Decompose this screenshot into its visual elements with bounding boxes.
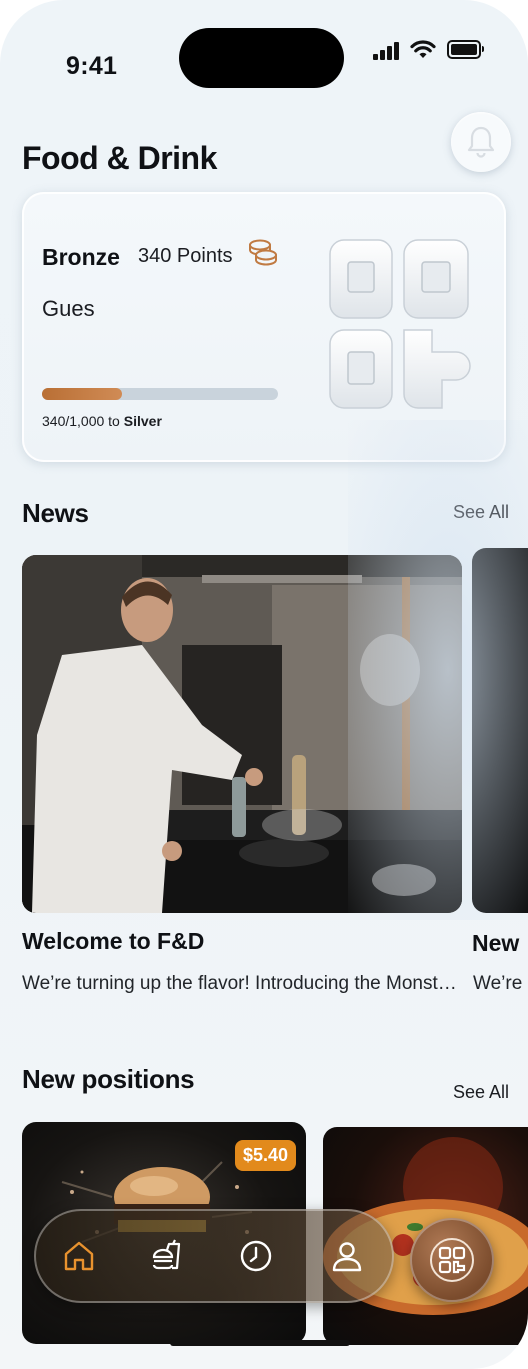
battery-icon — [447, 40, 484, 59]
home-icon — [64, 1241, 94, 1271]
news-card-title[interactable]: Welcome to F&D — [22, 928, 204, 955]
coins-icon — [249, 239, 277, 266]
loyalty-card[interactable]: Bronze 340 Points Gues 340/1,000 to Silv… — [22, 192, 506, 462]
page-title: Food & Drink — [22, 140, 217, 176]
qr-code-icon — [430, 1238, 474, 1282]
nav-profile[interactable] — [324, 1233, 370, 1279]
wifi-icon — [410, 40, 436, 58]
loyalty-tier: Bronze — [42, 244, 120, 270]
chef-cooking-image — [22, 555, 462, 913]
next-tier-name: Silver — [123, 413, 162, 429]
qr-scan-button[interactable] — [410, 1218, 494, 1302]
dynamic-island — [179, 28, 344, 88]
news-card-title-2[interactable]: New — [472, 930, 519, 957]
guest-name: Gues — [42, 296, 95, 321]
bottom-nav-bar — [34, 1209, 394, 1303]
history-clock-icon — [240, 1240, 272, 1272]
food-menu-icon — [152, 1239, 181, 1270]
home-indicator — [170, 1340, 350, 1346]
news-card-image-2[interactable] — [472, 548, 528, 913]
nav-history[interactable] — [233, 1233, 279, 1279]
news-section-title: News — [22, 498, 89, 528]
status-time: 9:41 — [66, 52, 118, 80]
profile-icon — [332, 1242, 362, 1272]
nav-menu[interactable] — [143, 1233, 189, 1279]
news-card-image[interactable] — [22, 555, 462, 913]
positions-see-all-link[interactable]: See All — [453, 1082, 509, 1103]
tier-progress-fill — [42, 388, 123, 400]
app-screen: 9:41 Food & Drink Bronze 340 Points Gues — [0, 0, 528, 1369]
notifications-button[interactable] — [451, 112, 511, 172]
news-card-description-2: We’re Monst — [473, 973, 528, 994]
tier-progress-bar — [42, 388, 278, 400]
news-card-description: We’re turning up the flavor! Introducing… — [22, 973, 462, 994]
signal-icon — [373, 42, 399, 60]
bell-icon — [467, 126, 495, 158]
tier-progress-text: 340/1,000 to Silver — [42, 413, 162, 429]
price-badge: $5.40 — [235, 1140, 297, 1171]
news-see-all-link[interactable]: See All — [453, 502, 509, 523]
nav-home[interactable] — [56, 1233, 102, 1279]
positions-section-title: New positions — [22, 1064, 195, 1094]
qr-code-icon[interactable] — [328, 238, 472, 410]
loyalty-points: 340 Points — [138, 245, 233, 267]
